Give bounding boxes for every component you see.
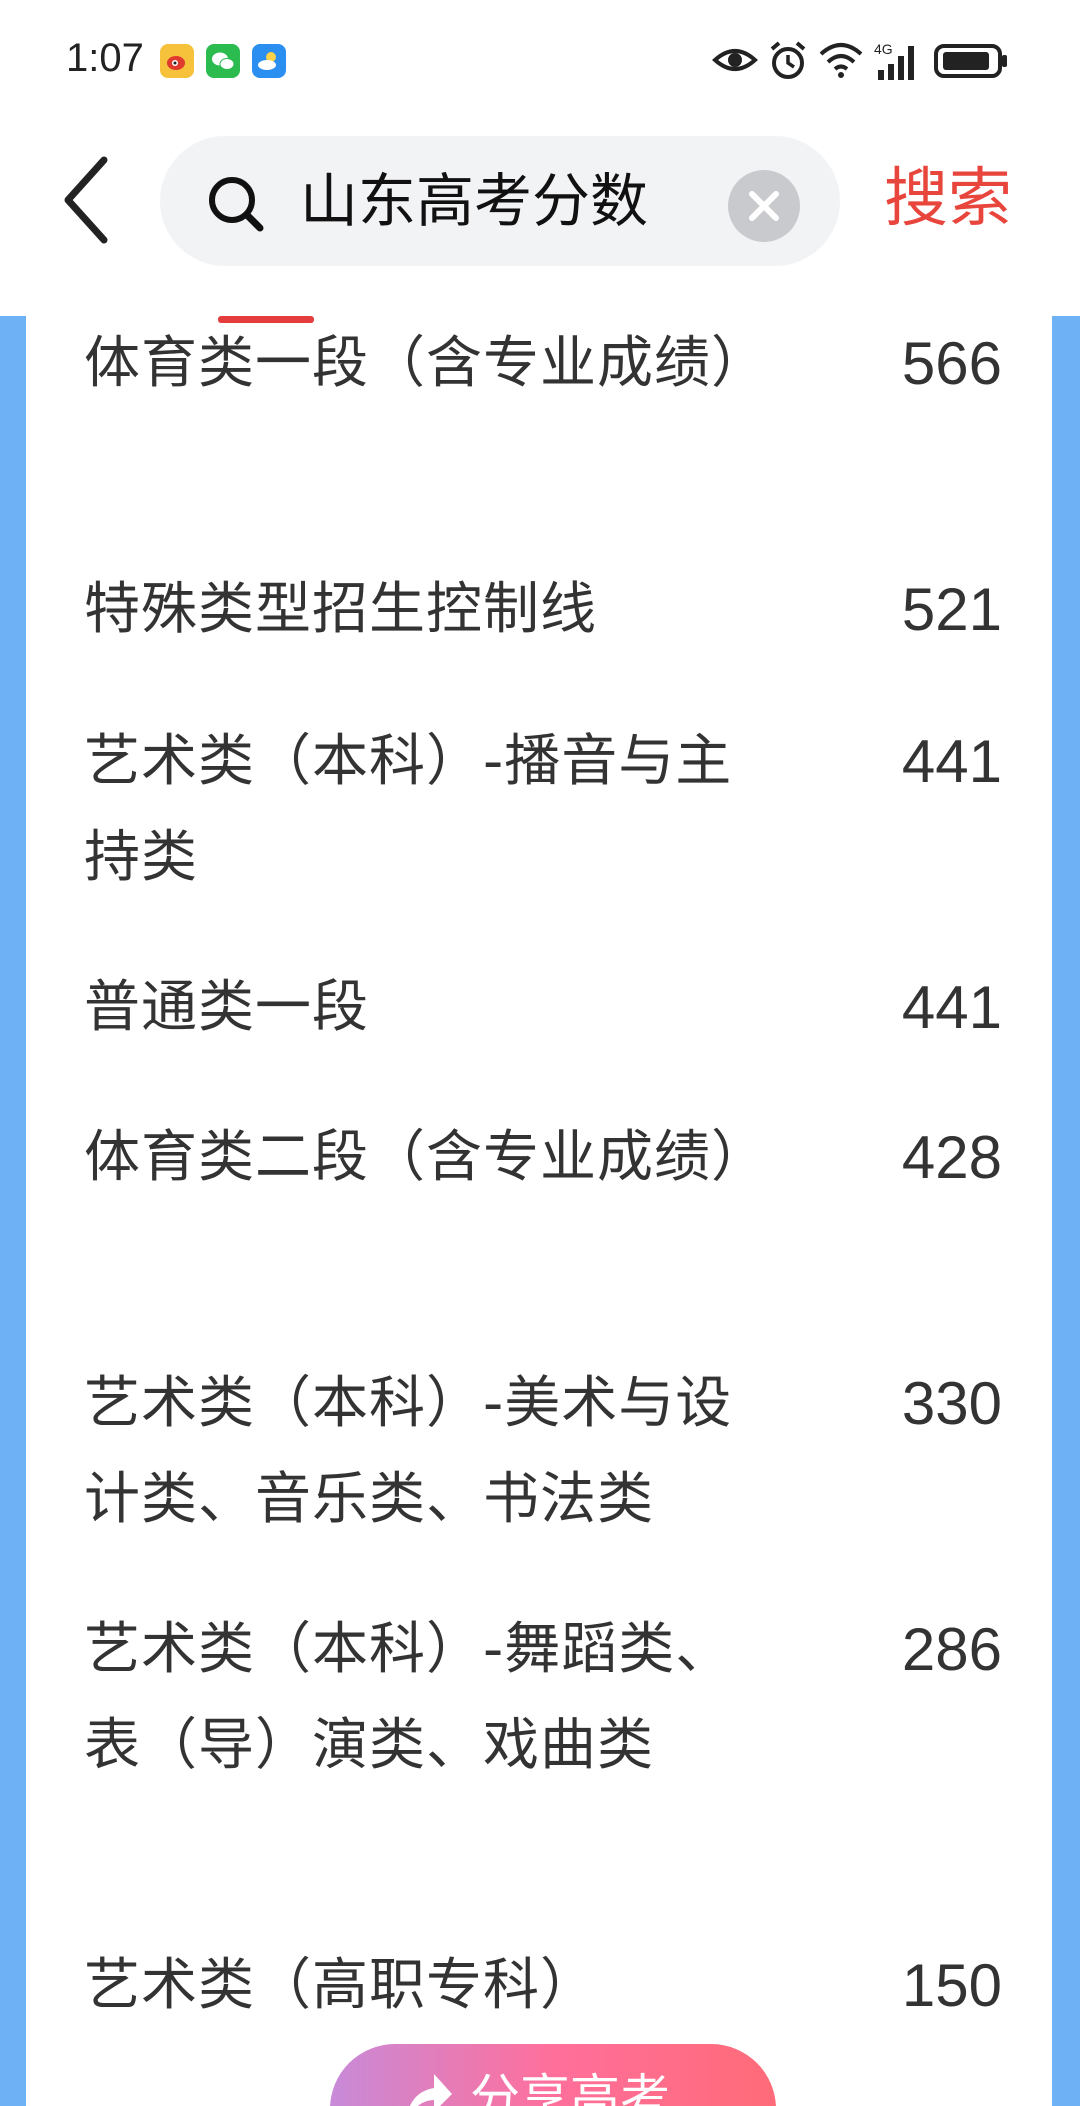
score-value: 441: [901, 974, 1002, 1041]
wechat-icon: [206, 44, 240, 78]
score-label: 艺术类（高职专科）: [84, 1953, 597, 2018]
page-background-left: [0, 316, 26, 2106]
score-label: 普通类一段: [84, 975, 369, 1040]
score-value: 566: [901, 330, 1002, 397]
score-value: 330: [901, 1370, 1002, 1437]
battery-icon: [934, 40, 1010, 84]
close-icon: [749, 191, 779, 221]
score-label: 艺术类（本科）-舞蹈类、表（导）演类、戏曲类: [84, 1617, 733, 1778]
score-label: 体育类一段（含专业成绩）: [84, 331, 768, 396]
status-bar: 1:07 4G: [0, 0, 1080, 120]
back-button[interactable]: [56, 150, 126, 250]
eye-icon: [712, 40, 758, 84]
wifi-icon: [818, 40, 864, 84]
score-label: 特殊类型招生控制线: [84, 577, 597, 642]
score-value: 441: [901, 728, 1002, 795]
status-time: 1:07: [66, 36, 144, 80]
signal-4g-icon: 4G: [874, 40, 924, 86]
search-input[interactable]: 山东高考分数: [300, 168, 720, 234]
share-button[interactable]: 分享高考: [330, 2044, 776, 2106]
search-box[interactable]: 山东高考分数: [160, 136, 840, 266]
share-label: 分享高考: [470, 2069, 670, 2106]
search-button[interactable]: 搜索: [884, 154, 1012, 244]
network-label: 4G: [874, 41, 893, 57]
score-value: 150: [901, 1952, 1002, 2019]
score-value: 428: [901, 1124, 1002, 1191]
share-icon: [400, 2066, 456, 2106]
search-icon: [204, 172, 268, 240]
score-list: 体育类一段（含专业成绩） 566 特殊类型招生控制线 521 艺术类（本科）-播…: [26, 316, 1052, 2106]
chevron-left-icon: [64, 156, 108, 244]
weather-icon: [252, 44, 286, 78]
alarm-icon: [768, 40, 808, 86]
clear-search-button[interactable]: [728, 170, 800, 242]
score-value: 521: [901, 576, 1002, 643]
weibo-icon: [160, 44, 194, 78]
score-label: 艺术类（本科）-播音与主持类: [84, 729, 733, 890]
score-label: 艺术类（本科）-美术与设计类、音乐类、书法类: [84, 1371, 733, 1532]
page-background-right: [1052, 316, 1080, 2106]
score-label: 体育类二段（含专业成绩）: [84, 1125, 768, 1190]
score-value: 286: [901, 1616, 1002, 1683]
